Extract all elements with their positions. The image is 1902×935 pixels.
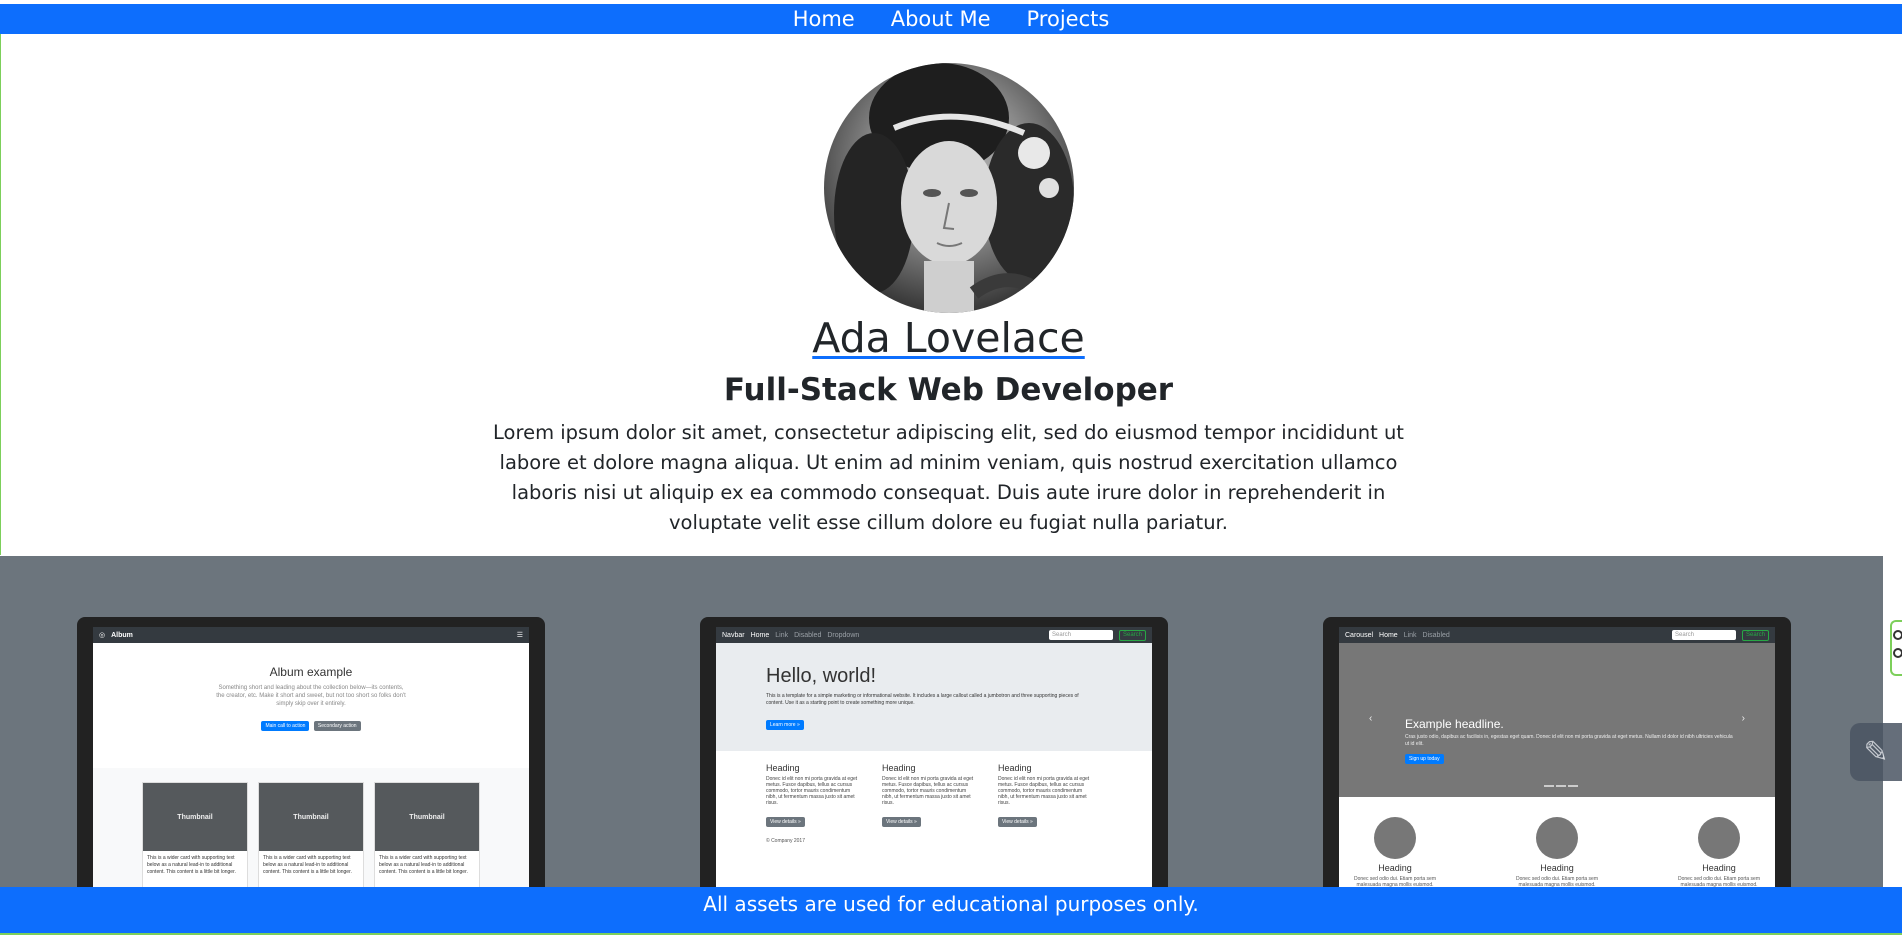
carousel-lead: Cras justo odio, dapibus ac facilisis in… bbox=[1405, 734, 1733, 747]
jumbotron-footer: © Company 2017 bbox=[766, 838, 805, 844]
carousel-marketing-columns: Heading Donec sed odio dui. Etiam porta … bbox=[1339, 797, 1775, 887]
carousel-nav-disabled: Disabled bbox=[1422, 631, 1450, 639]
album-card-thumb: Thumbnail bbox=[143, 783, 247, 851]
chevron-left-icon: ‹ bbox=[1369, 713, 1373, 724]
profile-name-link[interactable]: Ada Lovelace bbox=[812, 314, 1085, 362]
jumbotron-navbar: Navbar Home Link Disabled Dropdown Searc… bbox=[716, 627, 1152, 643]
jumbotron-lead: This is a template for a simple marketin… bbox=[766, 693, 1079, 706]
carousel-search: Search bbox=[1671, 630, 1736, 640]
album-primary-button: Main call to action bbox=[261, 721, 310, 731]
album-card: Thumbnail This is a wider card with supp… bbox=[374, 782, 480, 887]
marketing-text: Donec sed odio dui. Etiam porta sem male… bbox=[1678, 876, 1760, 887]
close-icon[interactable] bbox=[1893, 630, 1902, 640]
jumbotron-brand: Navbar bbox=[722, 631, 745, 639]
nav-projects-link[interactable]: Projects bbox=[1027, 7, 1110, 31]
marketing-column: Heading Donec sed odio dui. Etiam porta … bbox=[1674, 817, 1764, 887]
floating-tool-button[interactable]: ✎ bbox=[1850, 723, 1902, 781]
carousel-headline: Example headline. bbox=[1405, 717, 1504, 731]
placeholder-circle bbox=[1374, 817, 1416, 859]
profile-bio: Lorem ipsum dolor sit amet, consectetur … bbox=[493, 421, 1404, 534]
jumbotron-columns: Heading Donec id elit non mi porta gravi… bbox=[716, 751, 1152, 828]
jumbotron-column-button: View details » bbox=[766, 817, 805, 827]
album-brand: Album bbox=[111, 631, 133, 639]
nav-home-link[interactable]: Home bbox=[793, 7, 855, 31]
jumbotron-learn-button: Learn more » bbox=[766, 720, 804, 730]
album-secondary-button: Secondary action bbox=[313, 721, 361, 731]
page-footer: All assets are used for educational purp… bbox=[0, 887, 1902, 933]
carousel-signup-button: Sign up today bbox=[1405, 754, 1444, 764]
project-jumbotron-thumbnail[interactable]: Navbar Home Link Disabled Dropdown Searc… bbox=[700, 617, 1168, 887]
jumbotron-column-heading: Heading bbox=[882, 763, 916, 773]
jumbotron-title: Hello, world! bbox=[766, 665, 877, 687]
side-widget[interactable] bbox=[1890, 620, 1902, 676]
jumbotron-nav-home: Home bbox=[750, 631, 770, 639]
top-navbar: Home About Me Projects bbox=[0, 4, 1902, 34]
carousel-indicators bbox=[1544, 785, 1578, 787]
projects-section: ◎ Album ☰ Album example Something short … bbox=[0, 556, 1883, 887]
marketing-column: Heading Donec sed odio dui. Etiam porta … bbox=[1512, 817, 1602, 887]
album-card: Thumbnail This is a wider card with supp… bbox=[142, 782, 248, 887]
carousel-screen: Carousel Home Link Disabled Search Searc… bbox=[1339, 627, 1775, 887]
jumbotron-nav-link: Link bbox=[775, 631, 789, 639]
camera-icon: ◎ bbox=[99, 632, 106, 639]
jumbotron-column-button: View details » bbox=[998, 817, 1037, 827]
jumbotron-search: Search bbox=[1048, 630, 1113, 640]
jumbotron-screen: Navbar Home Link Disabled Dropdown Searc… bbox=[716, 627, 1152, 887]
jumbotron-column-heading: Heading bbox=[766, 763, 800, 773]
settings-icon[interactable] bbox=[1893, 648, 1902, 658]
page-border bbox=[0, 34, 1, 555]
jumbotron-column: Heading Donec id elit non mi porta gravi… bbox=[998, 763, 1094, 828]
menu-icon: ☰ bbox=[516, 632, 523, 639]
carousel-navbar: Carousel Home Link Disabled Search Searc… bbox=[1339, 627, 1775, 643]
jumbotron-nav-disabled: Disabled bbox=[794, 631, 822, 639]
pen-icon: ✎ bbox=[1863, 734, 1889, 770]
carousel-nav-home: Home bbox=[1379, 631, 1398, 639]
jumbotron-column-text: Donec id elit non mi porta gravida at eg… bbox=[998, 776, 1090, 806]
profile-avatar bbox=[824, 63, 1074, 313]
jumbotron-nav-dropdown: Dropdown bbox=[827, 631, 860, 639]
album-card-text: This is a wider card with supporting tex… bbox=[147, 855, 236, 875]
album-navbar: ◎ Album ☰ bbox=[93, 627, 529, 643]
album-cards: Thumbnail This is a wider card with supp… bbox=[93, 768, 529, 887]
carousel-nav-link: Link bbox=[1403, 631, 1417, 639]
album-card-text: This is a wider card with supporting tex… bbox=[379, 855, 468, 875]
jumbotron-column: Heading Donec id elit non mi porta gravi… bbox=[766, 763, 862, 828]
marketing-text: Donec sed odio dui. Etiam porta sem male… bbox=[1354, 876, 1436, 887]
marketing-text: Donec sed odio dui. Etiam porta sem male… bbox=[1516, 876, 1598, 887]
album-card: Thumbnail This is a wider card with supp… bbox=[258, 782, 364, 887]
jumbotron-column-heading: Heading bbox=[998, 763, 1032, 773]
project-album-thumbnail[interactable]: ◎ Album ☰ Album example Something short … bbox=[77, 617, 545, 887]
placeholder-circle bbox=[1536, 817, 1578, 859]
nav-about-link[interactable]: About Me bbox=[891, 7, 991, 31]
profile-name: Ada Lovelace bbox=[0, 314, 1897, 362]
jumbotron-search-button: Search bbox=[1118, 629, 1146, 641]
album-title: Album example bbox=[269, 665, 353, 679]
marketing-heading: Heading bbox=[1378, 863, 1412, 873]
chevron-right-icon: › bbox=[1741, 713, 1745, 724]
profile-title: Full-Stack Web Developer bbox=[723, 372, 1174, 408]
project-carousel-thumbnail[interactable]: Carousel Home Link Disabled Search Searc… bbox=[1323, 617, 1791, 887]
carousel-brand: Carousel bbox=[1345, 631, 1374, 639]
portrait-image bbox=[834, 63, 1074, 313]
album-card-thumb: Thumbnail bbox=[375, 783, 479, 851]
marketing-heading: Heading bbox=[1702, 863, 1736, 873]
carousel-slide: ‹ › Example headline. Cras justo odio, d… bbox=[1339, 643, 1775, 797]
jumbotron-column-text: Donec id elit non mi porta gravida at eg… bbox=[766, 776, 858, 806]
album-card-thumb: Thumbnail bbox=[259, 783, 363, 851]
album-lead: Something short and leading about the co… bbox=[216, 685, 406, 707]
marketing-column: Heading Donec sed odio dui. Etiam porta … bbox=[1350, 817, 1440, 887]
jumbotron-column-text: Donec id elit non mi porta gravida at eg… bbox=[882, 776, 974, 806]
carousel-search-button: Search bbox=[1741, 629, 1769, 641]
album-hero: Album example Something short and leadin… bbox=[93, 643, 529, 768]
album-screen: ◎ Album ☰ Album example Something short … bbox=[93, 627, 529, 887]
jumbotron-column-button: View details » bbox=[882, 817, 921, 827]
placeholder-circle bbox=[1698, 817, 1740, 859]
album-card-text: This is a wider card with supporting tex… bbox=[263, 855, 352, 875]
footer-text: All assets are used for educational purp… bbox=[703, 892, 1199, 916]
jumbotron-column: Heading Donec id elit non mi porta gravi… bbox=[882, 763, 978, 828]
marketing-heading: Heading bbox=[1540, 863, 1574, 873]
jumbotron-hero: Hello, world! This is a template for a s… bbox=[716, 643, 1152, 751]
